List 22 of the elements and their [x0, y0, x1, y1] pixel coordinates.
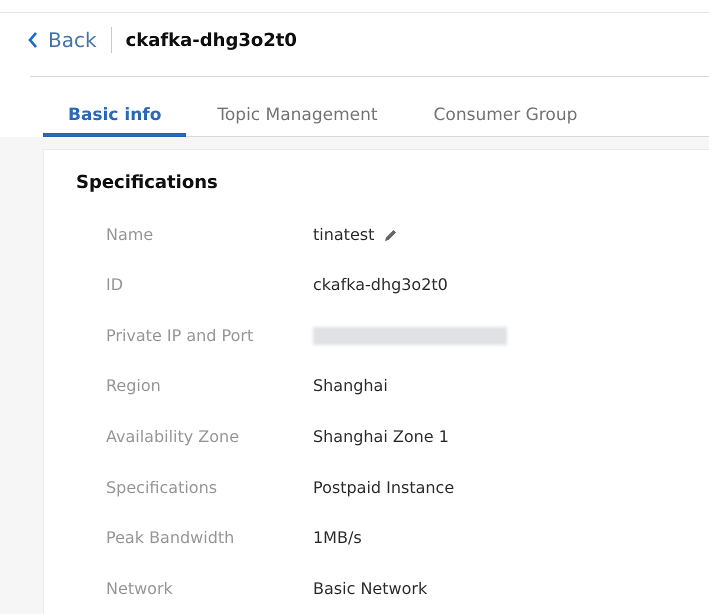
tab[interactable]: Topic Management: [192, 97, 403, 138]
field-value: ckafka-dhg3o2t0: [313, 274, 448, 296]
section-title: Specifications: [76, 171, 219, 196]
field-label: Specifications: [106, 476, 218, 499]
page-title: ckafka-dhg3o2t0: [126, 28, 297, 53]
field-label: Network: [106, 578, 174, 600]
edit-icon[interactable]: [384, 228, 398, 242]
tab[interactable]: Consumer Group: [408, 97, 602, 138]
field-value: 1MB/s: [313, 527, 362, 550]
field-value: Postpaid Instance: [313, 476, 454, 499]
field-label: Availability Zone: [106, 426, 240, 448]
field-value: Shanghai: [313, 375, 388, 398]
field-value: Basic Network: [313, 578, 428, 600]
field-label: Region: [106, 375, 162, 398]
chevron-left-icon: [28, 32, 38, 48]
field-label: ID: [106, 274, 124, 296]
field-label: Name: [106, 224, 154, 246]
field-label: Private IP and Port: [106, 324, 254, 347]
field-label: Peak Bandwidth: [106, 527, 236, 550]
field-value: Shanghai Zone 1: [313, 426, 449, 448]
field-value: tinatest: [313, 224, 374, 246]
back-link[interactable]: Back: [28, 25, 97, 56]
